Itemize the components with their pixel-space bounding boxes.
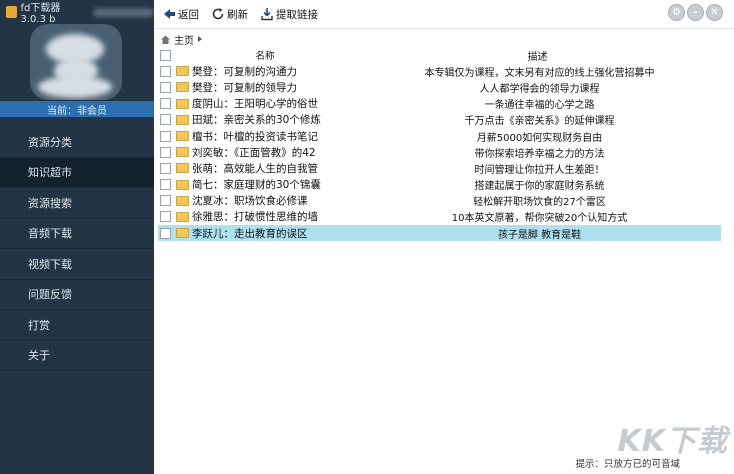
sidebar-item-search[interactable]: 资源搜索 [0,188,154,219]
row-name: 刘奕敏：《正面管教》的42 [192,146,316,159]
row-desc: 一条通往幸福的心学之路 [484,100,595,112]
table-row[interactable]: 度阴山：王阳明心学的俗世 一条通往幸福的心学之路 [158,96,721,112]
row-name: 田斌：亲密关系的30个修炼 [192,114,321,127]
row-name: 沈夏冰：职场饮食必修课 [192,195,308,208]
title-bar: fd下载器 3.0.3 b [6,3,154,25]
row-checkbox[interactable] [160,114,171,126]
folder-icon [176,211,189,222]
row-desc: 带你探索培养幸福之力的方法 [474,148,605,160]
table-body: 樊登：可复制的沟通力 本专辑仅为课程，文末另有对应的线上强化营招募中 樊登：可复制的… [158,63,721,242]
table-row[interactable]: 简七：家庭理财的30个锦囊 搭建起属于你的家庭财务系统 [158,177,721,193]
file-list: 名称 描述 樊登：可复制的沟通力 本专辑仅为课程，文末另有对应的线上强化营招募中樊… [158,47,721,242]
row-name: 檀书：叶檀的投资读书笔记 [192,130,318,143]
home-icon [161,35,170,44]
table-row[interactable]: 刘奕敏：《正面管教》的42 带你探索培养幸福之力的方法 [158,144,721,160]
folder-icon [176,98,189,109]
sidebar: fd下载器 3.0.3 b 当前：非会员 资源分类 知识超市 资源搜索 音频下载… [0,0,154,474]
folder-icon [176,82,189,93]
row-checkbox[interactable] [160,227,171,239]
minimize-icon[interactable]: – [687,4,704,21]
row-checkbox[interactable] [160,146,171,158]
row-checkbox[interactable] [160,65,171,77]
member-status: 当前：非会员 [0,101,154,117]
app-logo-icon [6,6,17,18]
settings-icon[interactable]: ⚙ [668,4,685,21]
column-header-name[interactable]: 名称 [176,48,340,62]
chevron-right-icon [198,36,202,42]
row-desc: 轻松解开职场饮食的27个雷区 [473,197,606,209]
toolbar: 返回 刷新 提取链接 [154,0,734,28]
table-row[interactable]: 徐雅思：打破惯性思维的墙 10本英文原著，帮你突破20个认知方式 [158,209,721,225]
table-row[interactable]: 檀书：叶檀的投资读书笔记 月薪5000如何实现财务自由 [158,128,721,144]
row-desc: 人人都学得会的领导力课程 [479,83,600,95]
title-redaction [92,7,154,17]
row-checkbox[interactable] [160,130,171,142]
select-all-checkbox[interactable] [160,49,171,61]
row-desc: 月薪5000如何实现财务自由 [476,132,603,144]
download-icon [261,8,273,21]
table-row[interactable]: 樊登：可复制的领导力 人人都学得会的领导力课程 [158,79,721,95]
app-title: fd下载器 3.0.3 b [20,3,61,25]
row-desc: 时间管理让你拉开人生差距！ [474,164,605,176]
sidebar-nav: 资源分类 知识超市 资源搜索 音频下载 视频下载 问题反馈 打赏 关于 [0,127,154,371]
table-row[interactable]: 沈夏冰：职场饮食必修课 轻松解开职场饮食的27个雷区 [158,193,721,209]
back-button[interactable]: 返回 [162,7,199,22]
breadcrumb-home[interactable]: 主页 [174,32,194,47]
row-checkbox[interactable] [160,98,171,110]
row-desc: 搭建起属于你的家庭财务系统 [474,181,605,193]
row-checkbox[interactable] [160,81,171,93]
back-arrow-icon [164,9,175,19]
sidebar-item-category[interactable]: 资源分类 [0,127,154,158]
folder-icon [176,163,189,174]
extract-links-label: 提取链接 [276,8,318,21]
row-name: 张萌：高效能人生的自我管 [192,162,318,175]
folder-icon [176,114,189,125]
row-desc: 千万点击《亲密关系》的延伸课程 [464,116,615,128]
row-checkbox[interactable] [160,195,171,207]
sidebar-item-about[interactable]: 关于 [0,341,154,371]
sidebar-item-donate[interactable]: 打赏 [0,310,154,341]
sidebar-item-feedback[interactable]: 问题反馈 [0,280,154,310]
sidebar-item-knowledge-market[interactable]: 知识超市 [0,157,154,188]
row-name: 李跃儿：走出教育的误区 [192,227,308,240]
row-checkbox[interactable] [160,179,171,191]
row-name: 简七：家庭理财的30个锦囊 [192,179,321,192]
refresh-icon [212,8,224,20]
folder-icon [176,228,189,239]
breadcrumb: 主页 [160,32,203,47]
sidebar-item-video-download[interactable]: 视频下载 [0,249,154,280]
main-panel: 返回 刷新 提取链接 ⚙ – ✕ 主页 名称 描述 樊登：可复制的沟通力 本专辑仅… [154,0,734,474]
refresh-button[interactable]: 刷新 [211,7,248,22]
refresh-label: 刷新 [227,8,248,21]
table-row[interactable]: 张萌：高效能人生的自我管 时间管理让你拉开人生差距！ [158,160,721,176]
row-name: 徐雅思：打破惯性思维的墙 [192,211,318,224]
table-row[interactable]: 李跃儿：走出教育的误区 孩子是脚 教育是鞋 [158,225,721,242]
watermark: KK下载 [617,424,728,459]
sidebar-item-audio-download[interactable]: 音频下载 [0,219,154,249]
row-desc: 孩子是脚 教育是鞋 [497,229,582,241]
folder-icon [176,179,189,190]
folder-icon [176,195,189,206]
folder-icon [176,147,189,158]
row-name: 樊登：可复制的领导力 [192,81,297,94]
table-row[interactable]: 田斌：亲密关系的30个修炼 千万点击《亲密关系》的延伸课程 [158,112,721,128]
table-row[interactable]: 樊登：可复制的沟通力 本专辑仅为课程，文末另有对应的线上强化营招募中 [158,63,721,79]
column-header-desc[interactable]: 描述 [340,48,734,63]
table-header: 名称 描述 [158,47,721,63]
row-name: 樊登：可复制的沟通力 [192,65,297,78]
row-name: 度阴山：王阳明心学的俗世 [192,98,318,111]
folder-icon [176,66,189,77]
row-desc: 10本英文原著，帮你突破20个认知方式 [451,213,628,225]
row-checkbox[interactable] [160,211,171,223]
close-icon[interactable]: ✕ [706,4,723,21]
row-desc: 本专辑仅为课程，文末另有对应的线上强化营招募中 [424,67,655,79]
avatar[interactable] [30,24,122,100]
folder-icon [176,131,189,142]
toolbar-divider [154,28,734,29]
extract-links-button[interactable]: 提取链接 [260,7,318,22]
row-checkbox[interactable] [160,162,171,174]
back-label: 返回 [178,8,199,21]
